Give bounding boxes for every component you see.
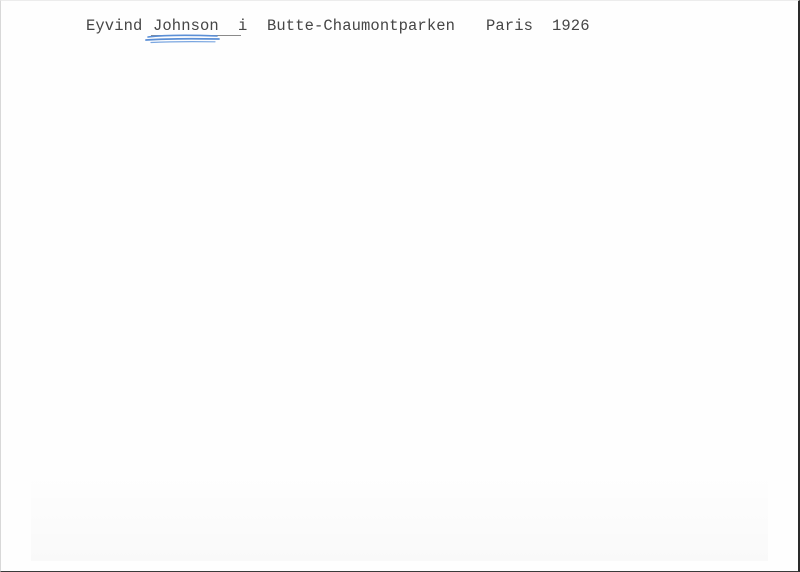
typed-caption: Eyvind Johnson i Butte-Chaumontparken Pa…: [86, 15, 590, 37]
scan-texture: [31, 471, 768, 561]
caption-city: Paris: [486, 17, 534, 35]
photo-back-card: Eyvind Johnson i Butte-Chaumontparken Pa…: [0, 0, 800, 572]
caption-place: Butte-Chaumontparken: [267, 17, 456, 35]
caption-first-name: Eyvind: [86, 17, 143, 35]
caption-preposition: i: [238, 17, 248, 35]
caption-year: 1926: [552, 17, 590, 35]
pen-underline-mark: [145, 34, 220, 44]
